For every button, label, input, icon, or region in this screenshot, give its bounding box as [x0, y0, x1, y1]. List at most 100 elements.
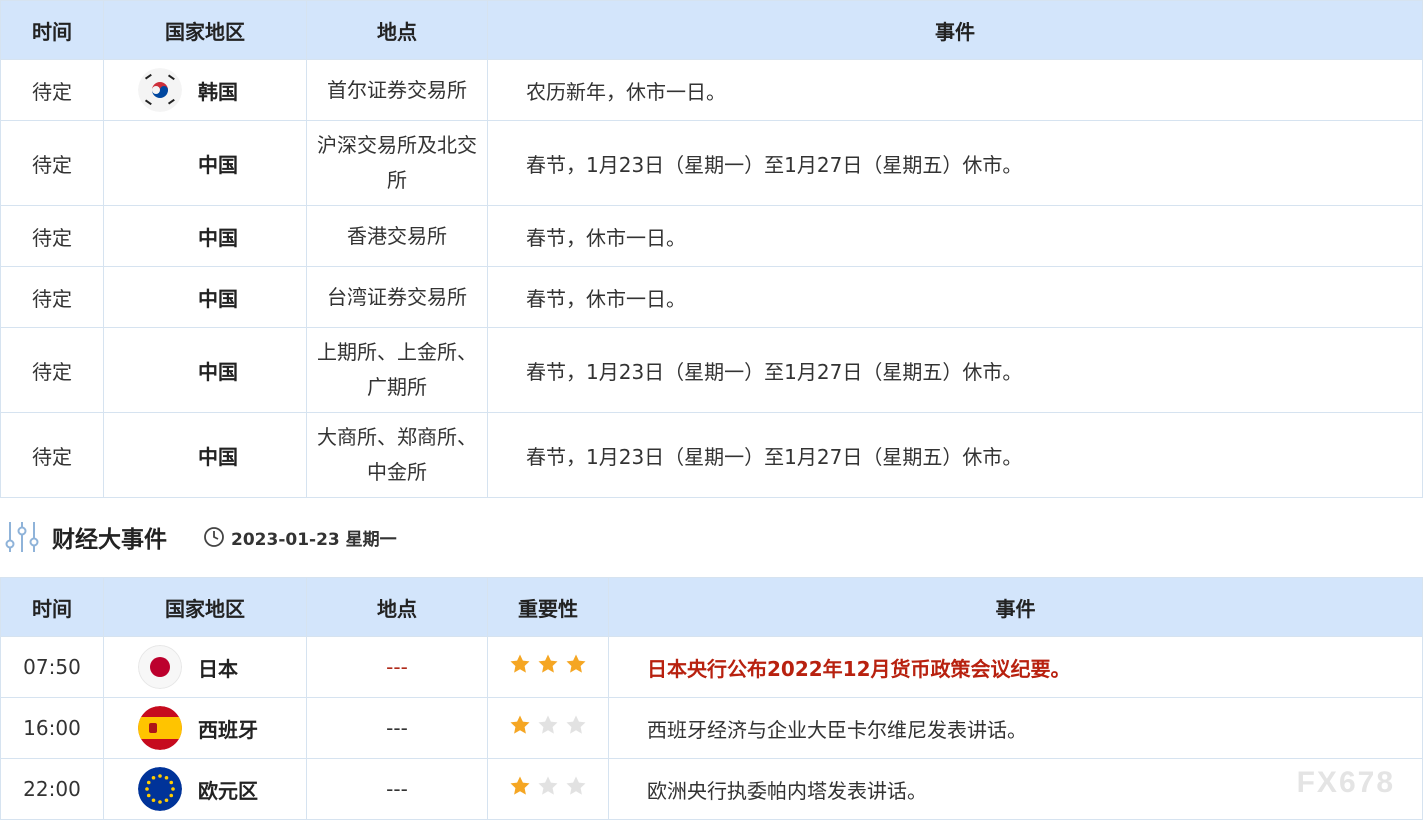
- event-text: 日本央行公布2022年12月货币政策会议纪要。: [647, 656, 1071, 681]
- star-filled-icon: [510, 715, 530, 734]
- header-country: 国家地区: [103, 0, 307, 60]
- time-cell: 待定: [0, 266, 104, 328]
- event-cell: 春节，1月23日（星期一）至1月27日（星期五）休市。: [487, 120, 1423, 206]
- table-row: 07:50 日本 --- 日本央行公布2022年12月货币政策会议纪要。: [0, 636, 1423, 698]
- place-cell: ---: [306, 697, 488, 759]
- country-cell: 中国: [103, 327, 307, 413]
- holiday-table: 时间 国家地区 地点 事件 待定 韩国 首尔证券交易所 农历新年，休市一日。 待…: [0, 0, 1423, 498]
- flag-placeholder: [138, 214, 182, 258]
- header-time: 时间: [0, 0, 104, 60]
- table-row: 待定 中国 沪深交易所及北交所 春节，1月23日（星期一）至1月27日（星期五）…: [0, 120, 1423, 206]
- country-name: 韩国: [198, 79, 238, 104]
- flag-placeholder: [138, 348, 182, 392]
- importance-stars: [488, 653, 608, 675]
- country-name: 中国: [198, 152, 238, 177]
- importance-cell: [487, 758, 609, 820]
- country-name: 西班牙: [198, 717, 258, 742]
- flag-placeholder: [138, 433, 182, 477]
- time-cell: 待定: [0, 205, 104, 267]
- place-cell: 上期所、上金所、广期所: [306, 327, 488, 413]
- star-filled-icon: [510, 776, 530, 795]
- event-cell: 西班牙经济与企业大臣卡尔维尼发表讲话。: [608, 697, 1423, 759]
- country-cell: 欧元区: [103, 758, 307, 820]
- spain-flag-icon: [138, 706, 182, 750]
- time-cell: 待定: [0, 327, 104, 413]
- time-cell: 16:00: [0, 697, 104, 759]
- event-cell: 春节，休市一日。: [487, 266, 1423, 328]
- place-cell: 首尔证券交易所: [306, 59, 488, 121]
- japan-flag-icon: [138, 645, 182, 689]
- time-cell: 待定: [0, 120, 104, 206]
- header-place: 地点: [306, 577, 488, 637]
- star-empty-icon: [566, 715, 586, 734]
- table-row: 待定 韩国 首尔证券交易所 农历新年，休市一日。: [0, 59, 1423, 121]
- event-cell: 农历新年，休市一日。: [487, 59, 1423, 121]
- header-importance: 重要性: [487, 577, 609, 637]
- importance-stars: [488, 714, 608, 736]
- eu-flag-icon: [138, 767, 182, 811]
- event-cell: 春节，休市一日。: [487, 205, 1423, 267]
- header-event: 事件: [487, 0, 1423, 60]
- sliders-icon: [5, 522, 39, 552]
- event-cell: 春节，1月23日（星期一）至1月27日（星期五）休市。: [487, 412, 1423, 498]
- place-cell: 沪深交易所及北交所: [306, 120, 488, 206]
- place-cell: 台湾证券交易所: [306, 266, 488, 328]
- place-cell: 大商所、郑商所、中金所: [306, 412, 488, 498]
- country-cell: 中国: [103, 266, 307, 328]
- events-table: 时间 国家地区 地点 重要性 事件 07:50 日本 --- 日本央行公布202…: [0, 577, 1423, 820]
- time-cell: 待定: [0, 59, 104, 121]
- table-row: 待定 中国 香港交易所 春节，休市一日。: [0, 205, 1423, 267]
- header-time: 时间: [0, 577, 104, 637]
- country-name: 中国: [198, 444, 238, 469]
- star-empty-icon: [538, 715, 558, 734]
- header-event: 事件: [608, 577, 1423, 637]
- section-title: 财经大事件: [52, 527, 167, 553]
- time-cell: 07:50: [0, 636, 104, 698]
- event-cell: 春节，1月23日（星期一）至1月27日（星期五）休市。: [487, 327, 1423, 413]
- place-cell: ---: [306, 636, 488, 698]
- star-filled-icon: [510, 654, 530, 673]
- country-name: 日本: [198, 656, 238, 681]
- country-name: 欧元区: [198, 778, 258, 803]
- importance-stars: [488, 775, 608, 797]
- flag-placeholder: [138, 275, 182, 319]
- section-date: 2023-01-23 星期一: [231, 529, 397, 550]
- header-place: 地点: [306, 0, 488, 60]
- table-row: 16:00 西班牙 --- 西班牙经济与企业大臣卡尔维尼发表讲话。: [0, 697, 1423, 759]
- event-cell: 日本央行公布2022年12月货币政策会议纪要。: [608, 636, 1423, 698]
- country-name: 中国: [198, 359, 238, 384]
- country-cell: 日本: [103, 636, 307, 698]
- time-cell: 22:00: [0, 758, 104, 820]
- flag-placeholder: [138, 141, 182, 185]
- importance-cell: [487, 636, 609, 698]
- table-row: 22:00 欧元区 --- 欧洲央行执委帕内塔发表讲话。: [0, 758, 1423, 820]
- place-text: 大商所、郑商所、中金所: [317, 425, 477, 484]
- country-cell: 中国: [103, 120, 307, 206]
- star-empty-icon: [566, 776, 586, 795]
- place-cell: ---: [306, 758, 488, 820]
- table-row: 待定 中国 上期所、上金所、广期所 春节，1月23日（星期一）至1月27日（星期…: [0, 327, 1423, 413]
- table-row: 待定 中国 台湾证券交易所 春节，休市一日。: [0, 266, 1423, 328]
- place-text: 上期所、上金所、广期所: [317, 340, 477, 399]
- country-name: 中国: [198, 225, 238, 250]
- place-text: 沪深交易所及北交所: [317, 133, 477, 192]
- star-empty-icon: [538, 776, 558, 795]
- country-cell: 中国: [103, 205, 307, 267]
- importance-cell: [487, 697, 609, 759]
- star-filled-icon: [538, 654, 558, 673]
- country-cell: 韩国: [103, 59, 307, 121]
- south-korea-flag-icon: [138, 68, 182, 112]
- country-name: 中国: [198, 286, 238, 311]
- section-header: 财经大事件 2023-01-23 星期一: [0, 498, 1423, 576]
- table-row: 待定 中国 大商所、郑商所、中金所 春节，1月23日（星期一）至1月27日（星期…: [0, 412, 1423, 498]
- header-country: 国家地区: [103, 577, 307, 637]
- clock-icon: [204, 527, 224, 547]
- events-table-header: 时间 国家地区 地点 重要性 事件: [0, 577, 1423, 637]
- watermark: FX678: [1296, 766, 1395, 799]
- country-cell: 西班牙: [103, 697, 307, 759]
- time-cell: 待定: [0, 412, 104, 498]
- star-filled-icon: [566, 654, 586, 673]
- holiday-table-header: 时间 国家地区 地点 事件: [0, 0, 1423, 60]
- place-cell: 香港交易所: [306, 205, 488, 267]
- country-cell: 中国: [103, 412, 307, 498]
